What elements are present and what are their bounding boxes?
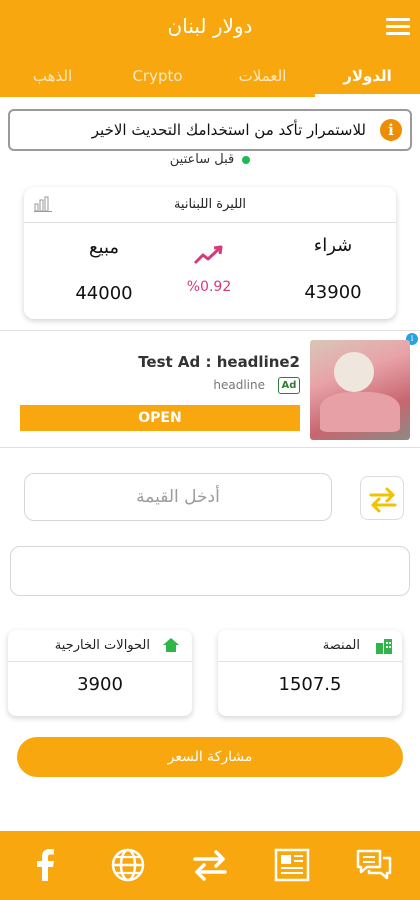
swap-icon (369, 487, 397, 513)
last-update-text: قبل ساعتين (169, 152, 235, 167)
ad-badge: Ad (278, 377, 300, 394)
news-icon[interactable] (272, 847, 312, 883)
value-input[interactable]: أدخل القيمة (24, 473, 332, 521)
update-notice: i للاستمرار تأكد من استخدامك التحديث الا… (8, 109, 412, 151)
platform-card: المنصة 1507.5 (218, 630, 402, 716)
chat-icon[interactable] (354, 847, 394, 883)
transfers-card-value: 3900 (77, 674, 123, 695)
tab-gold[interactable]: الذهب (0, 58, 105, 97)
ad-open-button[interactable]: OPEN (20, 405, 300, 431)
change-percent: %0.92 (186, 279, 232, 295)
platform-card-title: المنصة (322, 638, 360, 653)
buy-value: 43900 (304, 282, 362, 303)
facebook-icon[interactable] (26, 847, 66, 883)
transfers-card: الحوالات الخارجية 3900 (8, 630, 192, 716)
share-price-button[interactable]: مشاركة السعر (17, 737, 403, 777)
ad-banner[interactable]: i Test Ad : headline2 headline Ad OPEN (0, 330, 420, 448)
last-update: قبل ساعتين (0, 152, 420, 167)
swap-nav-icon[interactable] (190, 847, 230, 883)
sell-value: 44000 (75, 283, 133, 304)
platform-card-header: المنصة (218, 630, 402, 662)
ad-headline[interactable]: Test Ad : headline2 (138, 353, 300, 371)
app-title: دولار لبنان (167, 14, 253, 38)
menu-icon[interactable] (386, 18, 410, 36)
rate-card: الليرة اللبنانية شراء 43900 مبيع 44000 %… (24, 187, 396, 319)
bar-chart-icon[interactable] (34, 196, 52, 212)
swap-button[interactable] (360, 476, 404, 520)
status-dot-icon (242, 155, 251, 164)
buy-label: شراء (313, 235, 353, 256)
ad-image[interactable] (310, 340, 410, 440)
rate-card-title: الليرة اللبنانية (173, 197, 247, 212)
result-field[interactable] (10, 546, 410, 596)
app-bar: دولار لبنان الدولار العملات Crypto الذهب (0, 0, 420, 97)
home-icon (163, 638, 179, 652)
bottom-nav (0, 831, 420, 900)
trend-down-icon (193, 245, 223, 265)
transfers-card-title: الحوالات الخارجية (54, 638, 150, 653)
transfers-card-header: الحوالات الخارجية (8, 630, 192, 662)
update-notice-text: للاستمرار تأكد من استخدامك التحديث الاخي… (91, 121, 366, 139)
tab-currencies[interactable]: العملات (210, 58, 315, 97)
building-icon (376, 639, 392, 654)
tab-crypto[interactable]: Crypto (105, 58, 210, 97)
rate-card-header: الليرة اللبنانية (24, 187, 396, 223)
platform-card-value: 1507.5 (278, 674, 342, 695)
info-icon: i (380, 119, 402, 141)
tab-bar: الدولار العملات Crypto الذهب (0, 58, 420, 97)
sell-label: مبيع (88, 237, 120, 258)
ad-subtitle: headline (213, 378, 265, 392)
globe-icon[interactable] (108, 847, 148, 883)
tab-dollar[interactable]: الدولار (315, 58, 420, 97)
